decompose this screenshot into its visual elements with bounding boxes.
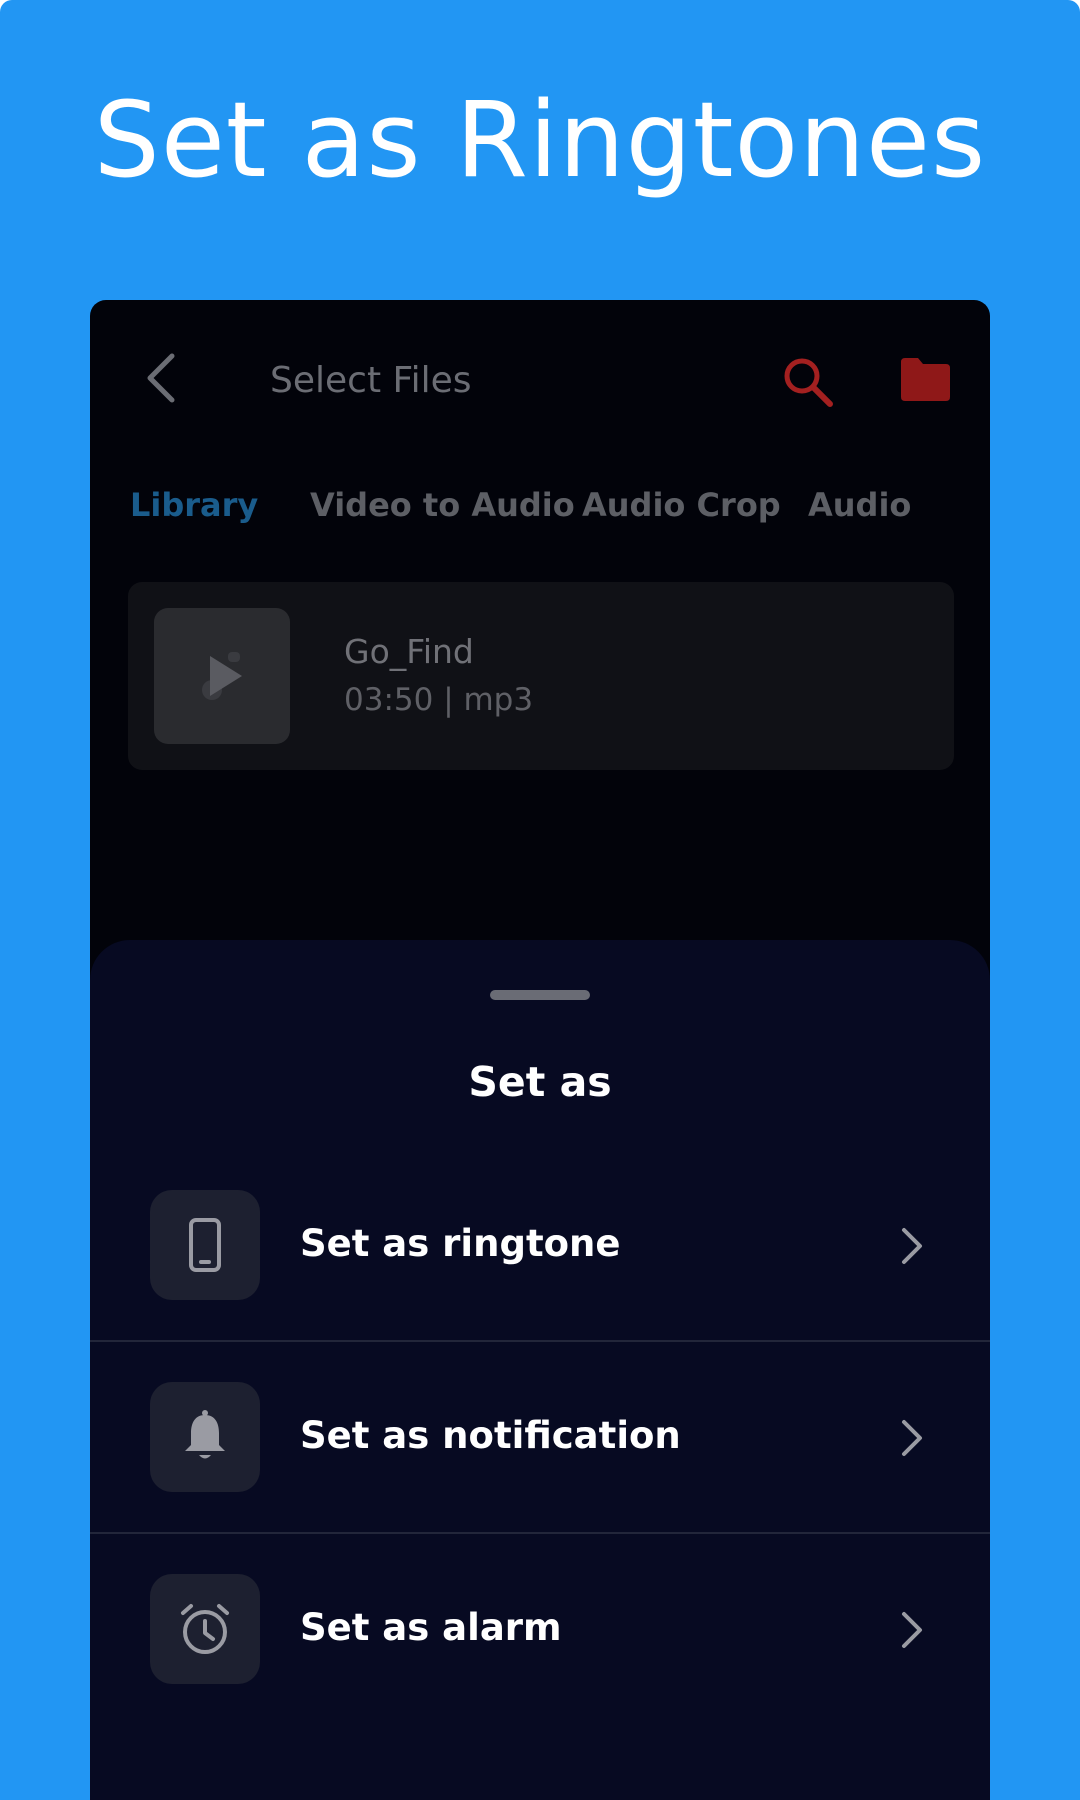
sheet-drag-handle[interactable] bbox=[490, 990, 590, 1000]
option-icon-box bbox=[150, 1190, 260, 1300]
folder-icon[interactable] bbox=[898, 356, 952, 402]
app-bar: Select Files bbox=[90, 300, 990, 460]
promo-background: Set as Ringtones Select Files Library Vi… bbox=[0, 0, 1080, 1800]
tab-bar: Library Video to Audio Audio Crop Audio bbox=[130, 486, 990, 546]
music-play-icon bbox=[202, 652, 242, 700]
file-thumbnail bbox=[154, 608, 290, 744]
tab-video-to-audio[interactable]: Video to Audio bbox=[310, 486, 575, 524]
bell-icon bbox=[185, 1410, 225, 1459]
tab-audio[interactable]: Audio bbox=[808, 486, 911, 524]
file-list-item[interactable]: Go_Find 03:50 | mp3 bbox=[128, 582, 954, 770]
file-meta: 03:50 | mp3 bbox=[344, 682, 534, 718]
promo-headline: Set as Ringtones bbox=[93, 79, 987, 201]
file-name: Go_Find bbox=[344, 632, 474, 671]
search-icon[interactable] bbox=[780, 354, 836, 410]
alarm-clock-icon bbox=[181, 1604, 229, 1654]
chevron-right-icon bbox=[902, 1612, 922, 1648]
phone-screen: Select Files Library Video to Audio Audi… bbox=[90, 300, 990, 1800]
option-set-as-alarm[interactable]: Set as alarm bbox=[90, 1534, 990, 1726]
option-label: Set as alarm bbox=[300, 1606, 562, 1649]
option-icon-box bbox=[150, 1574, 260, 1684]
bottom-sheet: Set as Set as ringtone Set as notificati… bbox=[90, 940, 990, 1800]
option-label: Set as notification bbox=[300, 1414, 681, 1457]
chevron-right-icon bbox=[902, 1228, 922, 1264]
option-set-as-ringtone[interactable]: Set as ringtone bbox=[90, 1150, 990, 1342]
tab-library[interactable]: Library bbox=[130, 486, 258, 524]
chevron-left-icon[interactable] bbox=[138, 348, 182, 408]
chevron-right-icon bbox=[902, 1420, 922, 1456]
option-label: Set as ringtone bbox=[300, 1222, 621, 1265]
option-set-as-notification[interactable]: Set as notification bbox=[90, 1342, 990, 1534]
option-icon-box bbox=[150, 1382, 260, 1492]
page-title: Select Files bbox=[270, 360, 472, 401]
phone-icon bbox=[189, 1218, 221, 1272]
sheet-title: Set as bbox=[468, 1058, 612, 1106]
tab-audio-crop[interactable]: Audio Crop bbox=[582, 486, 781, 524]
